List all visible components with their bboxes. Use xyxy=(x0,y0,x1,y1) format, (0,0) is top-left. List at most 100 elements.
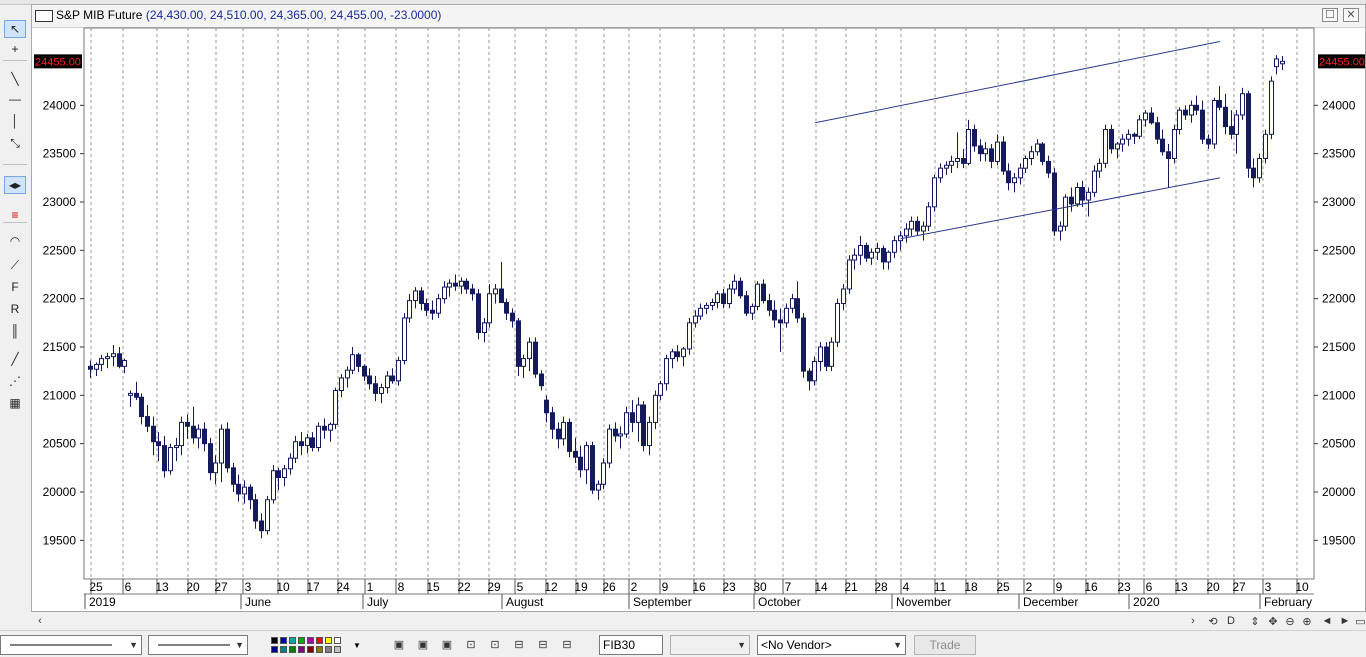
candle-up[interactable] xyxy=(886,251,891,263)
candle-down[interactable] xyxy=(881,247,886,263)
candle-down[interactable] xyxy=(276,470,281,479)
color-swatch[interactable] xyxy=(271,646,278,653)
candle-down[interactable] xyxy=(310,437,315,449)
period-daily-button[interactable]: D xyxy=(1224,613,1238,629)
candle-up[interactable] xyxy=(841,288,846,304)
candle-down[interactable] xyxy=(1046,160,1051,174)
candle-up[interactable] xyxy=(670,351,675,360)
candle-up[interactable] xyxy=(1189,104,1194,116)
color-swatch[interactable] xyxy=(334,646,341,653)
candle-up[interactable] xyxy=(1012,177,1017,184)
candle-down[interactable] xyxy=(510,312,515,322)
candle-up[interactable] xyxy=(812,361,817,382)
candle-up[interactable] xyxy=(436,298,441,314)
candle-down[interactable] xyxy=(430,309,435,314)
candle-down[interactable] xyxy=(795,298,800,319)
color-swatch[interactable] xyxy=(316,637,323,644)
candle-up[interactable] xyxy=(875,247,880,253)
candle-down[interactable] xyxy=(915,220,920,232)
candle-up[interactable] xyxy=(596,483,601,491)
candle-up[interactable] xyxy=(636,404,641,423)
candle-down[interactable] xyxy=(539,373,544,387)
candle-down[interactable] xyxy=(1069,196,1074,205)
color-swatch[interactable] xyxy=(325,637,332,644)
candle-up[interactable] xyxy=(271,470,276,501)
candle-up[interactable] xyxy=(687,322,692,350)
color-swatch[interactable] xyxy=(280,646,287,653)
candle-down[interactable] xyxy=(744,295,749,314)
candle-up[interactable] xyxy=(693,315,698,324)
fan-tool-icon[interactable]: ⟋ xyxy=(4,256,26,274)
vertical-zoom-icon[interactable]: ⇕ xyxy=(1248,613,1262,629)
candle-down[interactable] xyxy=(1246,93,1251,169)
candle-up[interactable] xyxy=(482,322,487,334)
candle-up[interactable] xyxy=(1018,167,1023,179)
candle-up[interactable] xyxy=(1103,129,1108,164)
candle-down[interactable] xyxy=(675,351,680,358)
candle-up[interactable] xyxy=(698,307,703,317)
candle-up[interactable] xyxy=(938,167,943,179)
zoom-out-x-icon[interactable]: ⊖ xyxy=(1283,613,1297,629)
candle-up[interactable] xyxy=(333,390,338,425)
candle-up[interactable] xyxy=(196,428,201,439)
candle-down[interactable] xyxy=(1001,141,1006,172)
candle-down[interactable] xyxy=(151,425,156,443)
candle-up[interactable] xyxy=(219,428,224,464)
candle-down[interactable] xyxy=(516,320,521,367)
candle-down[interactable] xyxy=(134,392,139,398)
candle-up[interactable] xyxy=(1137,119,1142,137)
candle-up[interactable] xyxy=(459,280,464,287)
candle-down[interactable] xyxy=(767,300,772,311)
candle-down[interactable] xyxy=(185,421,190,427)
candle-up[interactable] xyxy=(732,280,737,290)
candle-up[interactable] xyxy=(1063,196,1068,227)
candle-down[interactable] xyxy=(1040,143,1045,162)
candle-up[interactable] xyxy=(658,383,663,396)
candle-down[interactable] xyxy=(1132,133,1137,137)
candle-down[interactable] xyxy=(139,396,144,418)
candle-up[interactable] xyxy=(584,445,589,471)
vertical-line-tool-icon[interactable]: │ xyxy=(4,112,26,130)
candle-down[interactable] xyxy=(641,404,646,447)
candle-down[interactable] xyxy=(1223,106,1228,128)
candle-down[interactable] xyxy=(362,365,367,377)
candle-up[interactable] xyxy=(926,206,931,227)
candle-down[interactable] xyxy=(761,283,766,302)
chart-insert-icon[interactable]: ⊡ xyxy=(464,638,478,652)
candle-down[interactable] xyxy=(961,158,966,164)
retracement-tool-icon[interactable]: R xyxy=(4,300,26,318)
candle-up[interactable] xyxy=(561,421,566,440)
candle-down[interactable] xyxy=(801,317,806,372)
scroll-left-button[interactable]: ‹ xyxy=(34,613,46,629)
candle-up[interactable] xyxy=(316,425,321,449)
color-swatch[interactable] xyxy=(280,637,287,644)
account-select[interactable]: ▼ xyxy=(670,635,750,655)
symbol-input[interactable]: FIB30 xyxy=(599,635,663,655)
candle-down[interactable] xyxy=(989,148,994,162)
candle-down[interactable] xyxy=(573,450,578,458)
color-swatch[interactable] xyxy=(289,637,296,644)
crosshair-move-icon[interactable]: ✥ xyxy=(1266,613,1280,629)
candle-down[interactable] xyxy=(613,428,618,437)
pointer-tool-icon[interactable]: ↖ xyxy=(4,20,26,38)
color-swatch[interactable] xyxy=(307,637,314,644)
candle-up[interactable] xyxy=(179,421,184,447)
candle-up[interactable] xyxy=(664,358,669,385)
candle-up[interactable] xyxy=(305,437,310,447)
candle-up[interactable] xyxy=(818,346,823,362)
candle-down[interactable] xyxy=(225,428,230,469)
candle-up[interactable] xyxy=(396,360,401,382)
candle-up[interactable] xyxy=(681,348,686,358)
candle-down[interactable] xyxy=(356,354,361,367)
candle-up[interactable] xyxy=(847,259,852,290)
candle-up[interactable] xyxy=(1257,158,1262,179)
candle-up[interactable] xyxy=(527,341,532,360)
candle-up[interactable] xyxy=(618,433,623,437)
candle-up[interactable] xyxy=(904,228,909,237)
candle-down[interactable] xyxy=(464,280,469,290)
candle-down[interactable] xyxy=(504,302,509,314)
fibonacci-tool-icon[interactable]: F xyxy=(4,278,26,296)
line-style-select[interactable]: ▼ xyxy=(0,635,142,655)
candle-up[interactable] xyxy=(94,363,99,370)
candle-up[interactable] xyxy=(1023,158,1028,169)
